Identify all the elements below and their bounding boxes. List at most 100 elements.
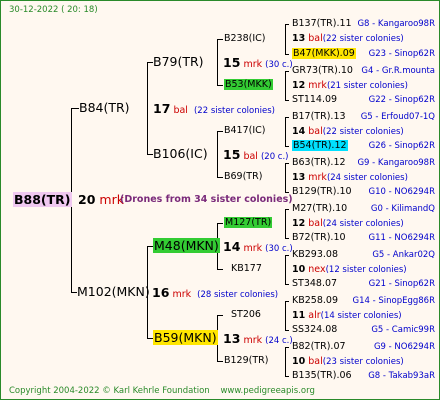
footer-link[interactable]: www.pedigreeapis.org [220, 386, 314, 396]
connector-line [285, 330, 289, 331]
connector-line [285, 117, 289, 118]
gen4-mating: 12 bal(24 sister colonies) [292, 218, 404, 229]
gen4-mating: 13 mrk(24 sister colonies) [292, 172, 408, 183]
connector-line [217, 315, 223, 316]
gen4-row[interactable]: B82(TR).07 [292, 341, 346, 353]
gen3-node[interactable]: KB177 [231, 263, 262, 275]
gen4-row[interactable]: B72(TR).10 [292, 232, 346, 244]
connector-line [285, 255, 289, 256]
gen3-node[interactable]: B53(MKK) [224, 79, 273, 91]
gen4-code: G8 - Takab93aR [368, 371, 435, 381]
gen4-row[interactable]: B129(TR).10 [292, 186, 352, 198]
connector-line [285, 238, 289, 239]
gen4-code: G21 - Sinop62R [368, 279, 435, 289]
gen4-mating: 10 nex(12 sister colonies) [292, 264, 407, 275]
gen4-row[interactable]: B17(TR).13 [292, 111, 346, 123]
connector-line [285, 347, 286, 376]
gen4-row[interactable]: M27(TR).10 [292, 203, 347, 215]
gen4-code: G4 - Gr.R.mounta [361, 66, 435, 76]
gen4-code: G10 - NO6294R [368, 187, 435, 197]
connector-line [285, 209, 289, 210]
gen2-mating: 15 mrk (30 c.) [223, 55, 293, 71]
gen4-row[interactable]: B135(TR).06 [292, 370, 352, 382]
gen3-node[interactable]: ST206 [231, 309, 261, 321]
timestamp: 30-12-2022 ( 20: 18) [9, 5, 98, 15]
root-count: 20 [78, 192, 96, 207]
root-name[interactable]: B88(TR) [13, 192, 72, 207]
gen3-node[interactable]: B69(TR) [224, 171, 262, 183]
gen4-mating: 12 mrk(21 sister colonies) [292, 80, 408, 91]
connector-line [147, 62, 148, 154]
connector-line [217, 131, 218, 177]
gen2-node[interactable]: B106(IC) [153, 147, 208, 161]
gen3-node[interactable]: M127(TR) [224, 217, 273, 229]
gen3-node[interactable]: B129(TR) [224, 355, 268, 367]
connector-line [285, 284, 289, 285]
gen4-code: G11 - NO6294R [368, 233, 435, 243]
gen1-node[interactable]: B84(TR) [79, 101, 130, 115]
gen4-mating: 10 bal(23 sister colonies) [292, 356, 404, 367]
gen4-row[interactable]: SS324.08 [292, 324, 337, 336]
gen2-node[interactable]: M48(MKN) [153, 238, 220, 253]
connector-line [285, 71, 289, 72]
gen4-code: G0 - KilimandQ [370, 204, 435, 214]
connector-line [285, 301, 289, 302]
gen4-code: G26 - Sinop62R [368, 141, 435, 151]
connector-line [285, 192, 289, 193]
gen4-code: G9 - Kangaroo98R [357, 158, 435, 168]
connector-line [285, 301, 286, 330]
root-node[interactable]: B88(TR) [13, 192, 72, 207]
connector-line [217, 85, 223, 86]
connector-line [217, 361, 223, 362]
copyright-text: Copyright 2004-2022 © Karl Kehrle Founda… [9, 386, 210, 396]
connector-line [285, 163, 289, 164]
gen3-node[interactable]: B417(IC) [224, 125, 266, 137]
gen3-node[interactable]: B238(IC) [224, 33, 266, 45]
gen2-mating: 14 mrk (30 c.) [223, 239, 293, 255]
connector-line [285, 24, 286, 54]
gen4-row[interactable]: ST348.07 [292, 278, 337, 290]
gen4-code: G22 - Sinop62R [368, 95, 435, 105]
connector-line [217, 39, 223, 40]
gen4-mating: 11 alr(14 sister colonies) [292, 310, 402, 321]
connector-line [285, 376, 289, 377]
gen4-row[interactable]: B137(TR).11 [292, 18, 352, 30]
connector-line [285, 117, 286, 146]
gen2-mating: 15 bal (20 c.) [223, 147, 289, 163]
gen2-node[interactable]: B59(MKN) [153, 330, 218, 345]
gen1-node[interactable]: M102(MKN) [77, 285, 150, 299]
connector-line [285, 209, 286, 238]
gen4-mating: 14 bal(22 sister colonies) [292, 126, 404, 137]
connector-line [217, 39, 218, 85]
connector-line [217, 269, 223, 270]
gen4-code: G5 - Erfoud07-1Q [360, 112, 435, 122]
gen4-code: G5 - Ankar02Q [372, 250, 435, 260]
gen4-row[interactable]: B54(TR).12 [292, 140, 348, 152]
gen4-code: G9 - NO6294R [373, 342, 435, 352]
gen2-node[interactable]: B79(TR) [153, 55, 204, 69]
gen4-code: G5 - Camic99R [371, 325, 435, 335]
gen4-code: G14 - SinopEgg86R [352, 296, 436, 306]
gen4-row[interactable]: GR73(TR).10 [292, 65, 353, 77]
connector-line [285, 146, 289, 147]
connector-line [285, 54, 289, 55]
connector-line [285, 71, 286, 100]
gen4-mating: 13 bal(22 sister colonies) [292, 33, 404, 44]
connector-line [217, 223, 223, 224]
gen1-mating: 16 mrk (28 sister colonies) [152, 285, 279, 301]
gen4-code: G23 - Sinop62R [368, 49, 435, 59]
gen4-row[interactable]: ST114.09 [292, 94, 337, 106]
gen4-row[interactable]: KB293.08 [292, 249, 338, 261]
connector-line [71, 108, 79, 109]
gen1-mating: 17 bal (22 sister colonies) [153, 101, 275, 117]
connector-line [285, 255, 286, 284]
connector-line [217, 177, 223, 178]
footer: Copyright 2004-2022 © Karl Kehrle Founda… [9, 386, 315, 396]
gen4-row[interactable]: B47(MKK).09 [292, 48, 356, 60]
gen4-code: G8 - Kangaroo98R [357, 19, 435, 29]
root-mating: 20 mrk [78, 193, 124, 207]
pedigree-frame: 30-12-2022 ( 20: 18) B88(TR) 20 mrk (Dro… [0, 0, 440, 400]
connector-line [285, 100, 289, 101]
gen4-row[interactable]: KB258.09 [292, 295, 338, 307]
gen4-row[interactable]: B63(TR).12 [292, 157, 346, 169]
